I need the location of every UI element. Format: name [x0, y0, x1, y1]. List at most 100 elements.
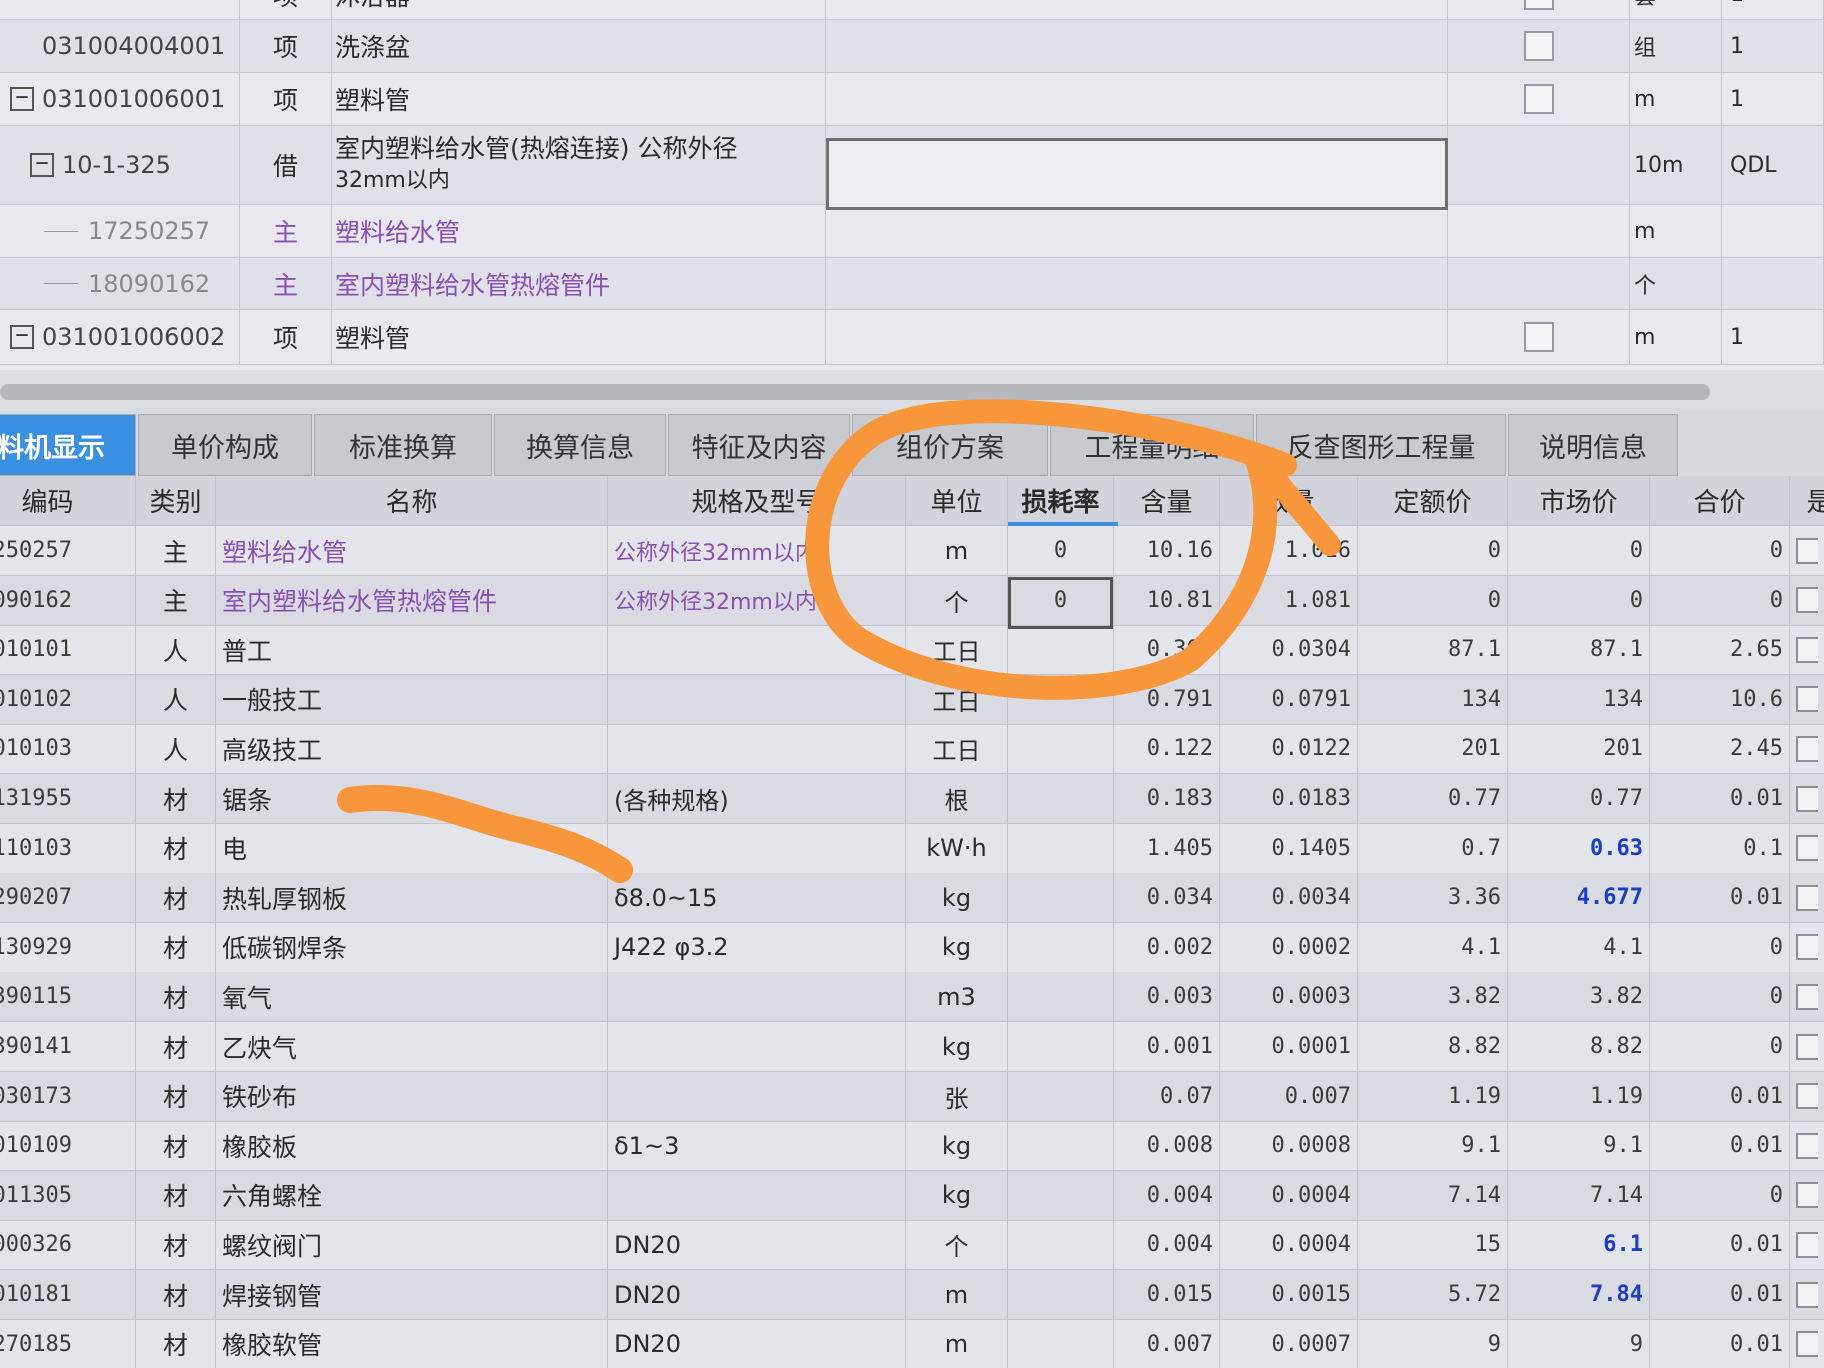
tab-description[interactable]: 说明信息 [1508, 414, 1678, 476]
grid-row[interactable]: 17270185材橡胶软管DN20m0.0070.0007990.01 [0, 1319, 1824, 1368]
tab-unit-price[interactable]: 单价构成 [138, 414, 312, 476]
upper-row[interactable]: 项沐浴器 套1 [0, 0, 1824, 20]
cell-flag[interactable] [1790, 774, 1824, 823]
grid-row[interactable]: 03011305材六角螺栓kg0.0040.00047.147.140 [0, 1170, 1824, 1221]
row-checkbox[interactable] [1796, 835, 1818, 862]
upper-checkbox[interactable] [1523, 0, 1554, 10]
cell-market-price[interactable]: 7.14 [1508, 1170, 1650, 1220]
upper-feature-cell[interactable] [826, 258, 1448, 309]
grid-row[interactable]: 17010181材焊接钢管DN20m 0.0150.00155.727.840.0… [0, 1270, 1824, 1320]
upper-checkbox[interactable] [1523, 322, 1554, 352]
cell-loss-rate[interactable] [1008, 823, 1114, 873]
cell-market-price[interactable]: 87.1 [1508, 625, 1650, 675]
horizontal-scrollbar[interactable] [0, 370, 1824, 410]
tab-features[interactable]: 特征及内容 [668, 414, 850, 476]
row-checkbox[interactable] [1796, 1033, 1818, 1060]
upper-feature-cell[interactable] [826, 205, 1448, 257]
cell-market-price[interactable]: 4.1 [1508, 922, 1650, 972]
tab-material-display[interactable]: 料机显示 [0, 414, 136, 476]
upper-feature-cell[interactable] [826, 73, 1448, 125]
cell-market-price[interactable]: 0.63 [1508, 823, 1650, 873]
cell-market-price[interactable]: 201 [1508, 724, 1650, 774]
tab-quantity-detail[interactable]: 工程量明细 [1050, 414, 1254, 476]
cell-market-price[interactable]: 0.77 [1508, 774, 1650, 823]
selected-cell[interactable] [1008, 577, 1113, 629]
cell-flag[interactable] [1790, 724, 1824, 773]
upper-row[interactable]: 031004004001 项洗涤盆 组 1 [0, 20, 1824, 73]
column-header-flag[interactable]: 是 [1790, 476, 1824, 525]
row-checkbox[interactable] [1796, 785, 1818, 812]
cell-flag[interactable] [1790, 1220, 1824, 1269]
column-header-quantity[interactable]: 数量 [1220, 476, 1358, 525]
cell-market-price[interactable]: 9 [1508, 1319, 1650, 1368]
upper-row[interactable]: 17250257 主塑料给水管 m [0, 205, 1824, 258]
column-header-content[interactable]: 含量 [1114, 476, 1220, 525]
upper-row[interactable]: −031001006001 项塑料管 m 1 [0, 73, 1824, 126]
cell-loss-rate[interactable] [1008, 1071, 1114, 1121]
cell-loss-rate[interactable] [1008, 922, 1114, 972]
cell-loss-rate[interactable] [1008, 625, 1114, 675]
cell-loss-rate[interactable] [1008, 1319, 1114, 1368]
row-checkbox[interactable] [1796, 1231, 1818, 1258]
cell-market-price[interactable]: 9.1 [1508, 1121, 1650, 1171]
grid-row[interactable]: 34110103材电 kW·h 1.4050.14050.70.630.1 [0, 823, 1824, 874]
grid-row[interactable]: 14390141材乙炔气kg0.0010.00018.828.820 [0, 1022, 1824, 1072]
collapse-toggle-icon[interactable]: − [30, 153, 54, 177]
column-header-unit[interactable]: 单位 [906, 476, 1008, 525]
column-header-loss-rate[interactable]: 损耗率 [1008, 476, 1114, 525]
row-checkbox[interactable] [1796, 735, 1818, 762]
cell-flag[interactable] [1790, 923, 1824, 972]
cell-flag[interactable] [1790, 824, 1824, 873]
column-header-market-price[interactable]: 市场价 [1508, 476, 1650, 525]
row-checkbox[interactable] [1796, 934, 1818, 961]
cell-flag[interactable] [1790, 873, 1824, 922]
grid-row[interactable]: 03130929材低碳钢焊条J422 φ3.2kg0.0020.00024.14… [0, 922, 1824, 973]
upper-row[interactable]: 18090162 主室内塑料给水管热熔管件 个 [0, 258, 1824, 310]
cell-market-price[interactable]: 4.677 [1508, 873, 1650, 923]
cell-flag[interactable] [1790, 1320, 1824, 1368]
grid-row[interactable]: 01290207材热轧厚钢板δ8.0~15kg 0.0340.00343.364.… [0, 873, 1824, 924]
upper-checkbox[interactable] [1523, 31, 1554, 61]
tab-graphic-quantity[interactable]: 反查图形工程量 [1256, 414, 1506, 476]
cell-flag[interactable] [1790, 1072, 1824, 1121]
upper-row[interactable]: −031001006002 项塑料管 m 1 [0, 310, 1824, 365]
cell-loss-rate[interactable] [1008, 873, 1114, 923]
grid-row[interactable]: 02010109材橡胶板δ1~3kg0.0080.00089.19.10.01 [0, 1121, 1824, 1172]
row-checkbox[interactable] [1796, 1331, 1818, 1358]
grid-row[interactable]: 00010102人一般技工工日0.7910.079113413410.6 [0, 674, 1824, 725]
cell-loss-rate[interactable]: 0 [1008, 526, 1114, 575]
grid-row[interactable]: 19000326材螺纹阀门DN20个 0.0040.0004156.10.01 [0, 1220, 1824, 1271]
cell-flag[interactable] [1790, 1270, 1824, 1319]
row-checkbox[interactable] [1796, 1182, 1818, 1209]
grid-row[interactable]: 18090162主室内塑料给水管热熔管件公称外径32mm以内个 0 10.811.0… [0, 575, 1824, 626]
grid-row[interactable]: 00010103人高级技工工日0.1220.01222012012.45 [0, 724, 1824, 775]
cell-flag[interactable] [1790, 1171, 1824, 1220]
collapse-toggle-icon[interactable]: − [10, 325, 34, 349]
scrollbar-thumb[interactable] [0, 384, 1710, 400]
cell-flag[interactable] [1790, 526, 1824, 575]
column-header-quota-price[interactable]: 定额价 [1358, 476, 1508, 525]
grid-row[interactable]: 04030173材铁砂布张0.070.0071.191.190.01 [0, 1071, 1824, 1122]
grid-row[interactable]: 00010101人普工工日0.3040.030487.187.12.65 [0, 625, 1824, 676]
cell-loss-rate[interactable] [1008, 1170, 1114, 1220]
cell-market-price[interactable]: 0 [1508, 575, 1650, 625]
cell-market-price[interactable]: 3.82 [1508, 972, 1650, 1022]
cell-loss-rate[interactable] [1008, 972, 1114, 1022]
cell-loss-rate[interactable] [1008, 1121, 1114, 1171]
row-checkbox[interactable] [1796, 884, 1818, 911]
collapse-toggle-icon[interactable]: − [10, 87, 34, 111]
cell-loss-rate[interactable] [1008, 774, 1114, 823]
cell-loss-rate[interactable] [1008, 674, 1114, 724]
upper-feature-cell[interactable] [826, 0, 1448, 19]
cell-loss-rate[interactable] [1008, 724, 1114, 774]
cell-market-price[interactable]: 8.82 [1508, 1022, 1650, 1071]
grid-row[interactable]: 17250257主塑料给水管公称外径32mm以内m010.161.016000 [0, 526, 1824, 576]
row-checkbox[interactable] [1796, 686, 1818, 713]
column-header-type[interactable]: 类别 [136, 476, 216, 525]
cell-flag[interactable] [1790, 972, 1824, 1021]
column-header-total-price[interactable]: 合价 [1650, 476, 1790, 525]
row-checkbox[interactable] [1796, 1132, 1818, 1159]
row-checkbox[interactable] [1796, 587, 1818, 614]
upper-feature-cell[interactable] [826, 310, 1448, 364]
cell-flag[interactable] [1790, 1121, 1824, 1170]
